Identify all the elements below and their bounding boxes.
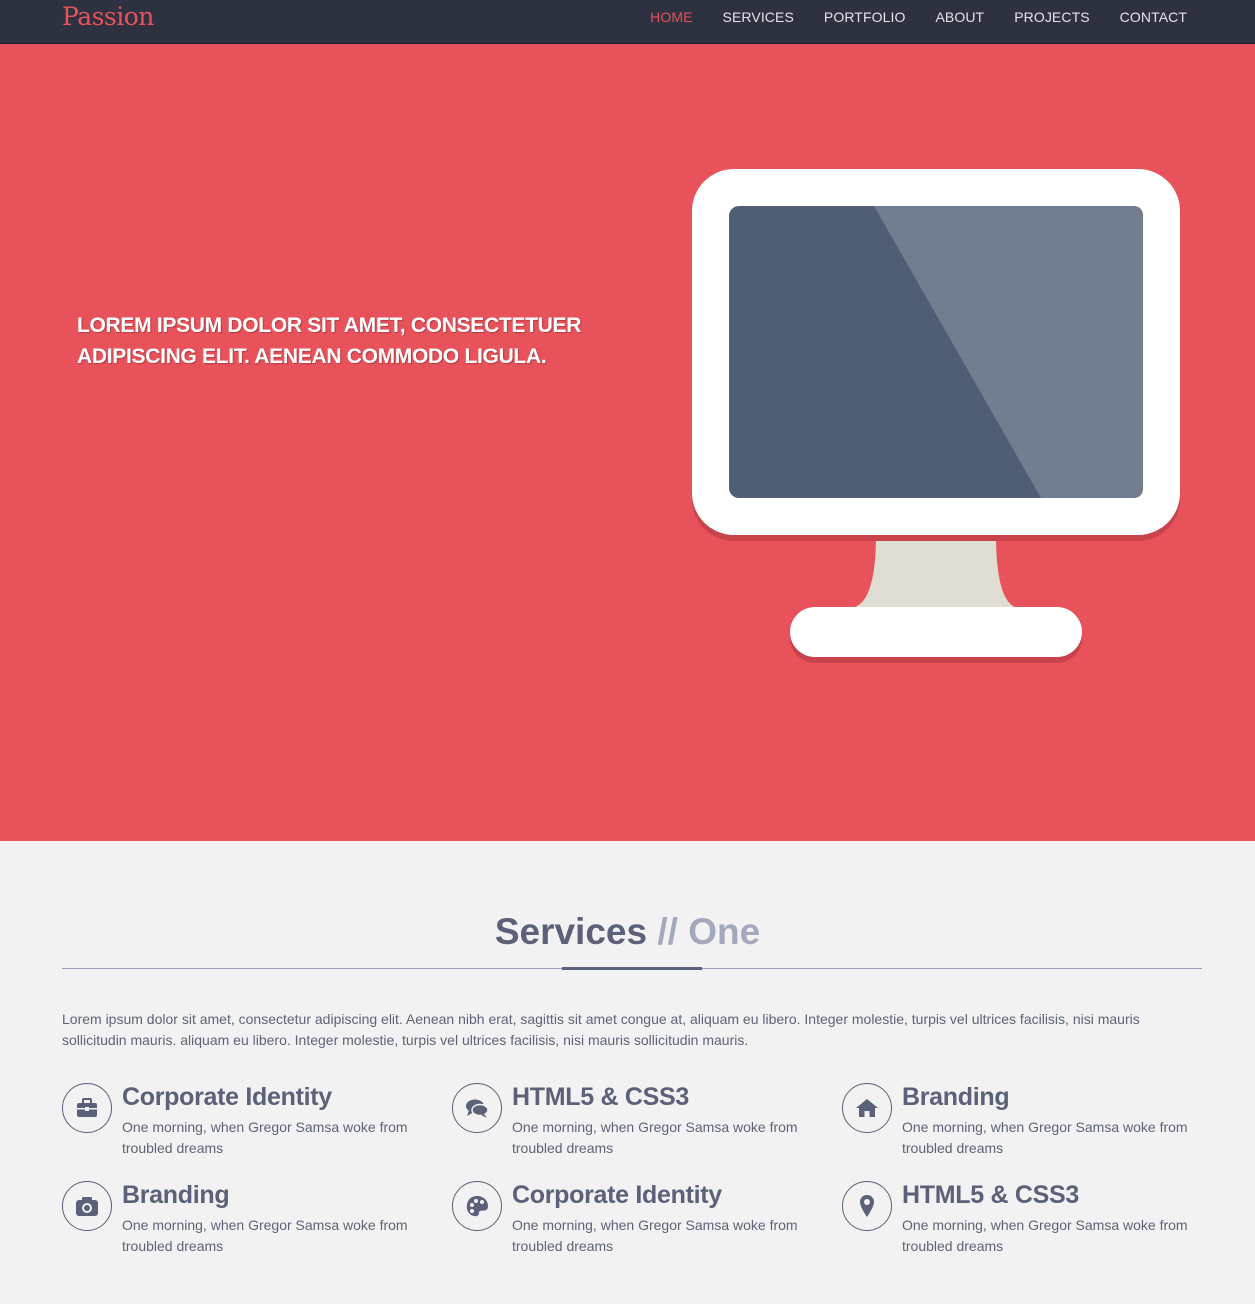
nav-home[interactable]: HOME xyxy=(650,9,692,25)
service-title: Branding xyxy=(902,1083,1010,1111)
service-item: Corporate Identity One morning, when Gre… xyxy=(62,1081,422,1171)
palette-icon xyxy=(452,1181,502,1231)
service-title: Corporate Identity xyxy=(122,1083,332,1111)
service-desc: One morning, when Gregor Samsa woke from… xyxy=(512,1119,798,1156)
service-item: Branding One morning, when Gregor Samsa … xyxy=(62,1179,422,1269)
service-title: Branding xyxy=(122,1181,230,1209)
service-item: HTML5 & CSS3 One morning, when Gregor Sa… xyxy=(452,1081,812,1171)
nav-portfolio[interactable]: PORTFOLIO xyxy=(824,9,906,25)
home-icon xyxy=(842,1083,892,1133)
service-desc: One morning, when Gregor Samsa woke from… xyxy=(902,1217,1188,1254)
service-item: Corporate Identity One morning, when Gre… xyxy=(452,1179,812,1269)
heading-divider-accent xyxy=(562,967,702,970)
service-desc: One morning, when Gregor Samsa woke from… xyxy=(122,1119,408,1156)
nav-projects[interactable]: PROJECTS xyxy=(1014,9,1089,25)
navbar: Passion HOME SERVICES PORTFOLIO ABOUT PR… xyxy=(0,0,1255,44)
nav-about[interactable]: ABOUT xyxy=(935,9,984,25)
services-heading-sub: // One xyxy=(657,911,761,952)
hero-title: LOREM IPSUM DOLOR SIT AMET, CONSECTETUER… xyxy=(77,314,582,368)
hero-section: LOREM IPSUM DOLOR SIT AMET, CONSECTETUER… xyxy=(0,44,1255,841)
map-marker-icon xyxy=(842,1181,892,1231)
main-nav: HOME SERVICES PORTFOLIO ABOUT PROJECTS C… xyxy=(650,0,1187,34)
service-desc: One morning, when Gregor Samsa woke from… xyxy=(902,1119,1188,1156)
service-title: HTML5 & CSS3 xyxy=(902,1181,1079,1209)
nav-services[interactable]: SERVICES xyxy=(723,9,794,25)
monitor-illustration xyxy=(692,169,1180,663)
service-title: HTML5 & CSS3 xyxy=(512,1083,689,1111)
service-item: HTML5 & CSS3 One morning, when Gregor Sa… xyxy=(842,1179,1202,1269)
service-title: Corporate Identity xyxy=(512,1181,722,1209)
services-intro: Lorem ipsum dolor sit amet, consectetur … xyxy=(62,1011,1140,1048)
service-item: Branding One morning, when Gregor Samsa … xyxy=(842,1081,1202,1171)
service-desc: One morning, when Gregor Samsa woke from… xyxy=(122,1217,408,1254)
comments-icon xyxy=(452,1083,502,1133)
briefcase-icon xyxy=(62,1083,112,1133)
service-desc: One morning, when Gregor Samsa woke from… xyxy=(512,1217,798,1254)
brand-logo[interactable]: Passion xyxy=(62,2,154,31)
camera-icon xyxy=(62,1181,112,1231)
services-section: Services // One Lorem ipsum dolor sit am… xyxy=(0,841,1255,1304)
services-heading: Services // One xyxy=(0,911,1255,953)
nav-contact[interactable]: CONTACT xyxy=(1120,9,1187,25)
services-heading-main: Services xyxy=(494,911,648,952)
